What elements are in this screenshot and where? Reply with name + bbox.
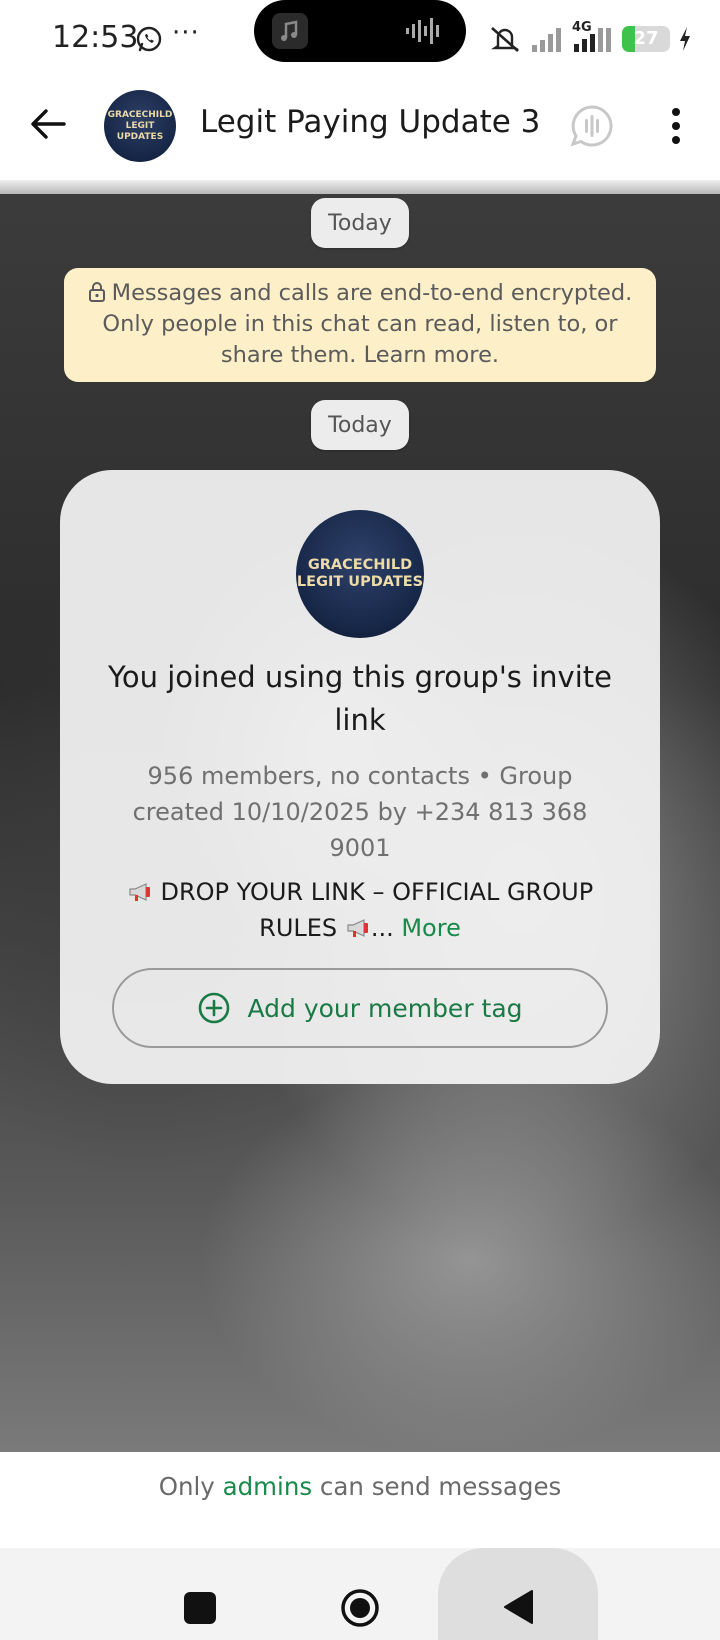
more-options-icon[interactable] xyxy=(660,104,692,148)
add-member-tag-button[interactable]: Add your member tag xyxy=(112,968,608,1048)
chat-background[interactable]: Today Messages and calls are end-to-end … xyxy=(0,180,720,1452)
admin-only-notice: Only admins can send messages xyxy=(0,1452,720,1548)
network-4g-signal: 4G xyxy=(572,20,614,54)
music-icon xyxy=(272,13,308,49)
encryption-notice[interactable]: Messages and calls are end-to-end encryp… xyxy=(64,268,656,382)
encryption-notice-text: Messages and calls are end-to-end encryp… xyxy=(102,280,633,368)
group-info-card: GRACECHILD LEGIT UPDATES You joined usin… xyxy=(60,470,660,1084)
megaphone-icon xyxy=(347,919,368,937)
admins-link[interactable]: admins xyxy=(223,1472,313,1501)
megaphone-icon xyxy=(129,883,150,901)
back-arrow-icon[interactable] xyxy=(26,102,70,146)
more-link[interactable]: More xyxy=(401,914,461,942)
nav-back-icon[interactable] xyxy=(502,1588,536,1626)
date-separator: Today xyxy=(311,198,409,248)
audio-wave-icon xyxy=(406,18,439,44)
description-ellipsis: ... xyxy=(370,914,394,942)
chat-header: GRACECHILD LEGIT UPDATES Legit Paying Up… xyxy=(0,80,720,180)
group-avatar[interactable]: GRACECHILD LEGIT UPDATES xyxy=(104,90,176,162)
home-icon[interactable] xyxy=(340,1588,380,1628)
battery-percent: 27 xyxy=(633,28,659,49)
admin-notice-suffix: can send messages xyxy=(312,1472,562,1501)
status-right-cluster: 4G 27 xyxy=(488,20,692,56)
recents-icon[interactable] xyxy=(184,1592,216,1624)
join-message: You joined using this group's invite lin… xyxy=(108,660,612,737)
date-separator: Today xyxy=(311,400,409,450)
system-nav-bar xyxy=(0,1548,720,1640)
group-description: DROP YOUR LINK – OFFICIAL GROUP RULES ..… xyxy=(120,874,600,946)
avatar-logo-text: GRACECHILD LEGIT UPDATES xyxy=(296,557,424,590)
add-member-tag-label: Add your member tag xyxy=(247,993,523,1023)
chat-title[interactable]: Legit Paying Update 3 xyxy=(200,104,540,140)
wallpaper-edge xyxy=(0,180,720,194)
voice-chat-icon[interactable] xyxy=(568,102,616,150)
status-overflow-dots: ··· xyxy=(172,18,200,48)
status-bar: 12:53 ··· 4G 27 xyxy=(0,0,720,80)
whatsapp-icon xyxy=(136,26,162,52)
charging-icon xyxy=(680,27,690,51)
group-card-avatar[interactable]: GRACECHILD LEGIT UPDATES xyxy=(296,510,424,638)
avatar-logo-text: GRACECHILD LEGIT UPDATES xyxy=(107,109,173,142)
mute-icon xyxy=(491,27,519,52)
status-clock: 12:53 xyxy=(52,20,139,55)
plus-circle-icon xyxy=(199,992,230,1024)
admin-notice-prefix: Only xyxy=(158,1472,223,1501)
signal-icon xyxy=(532,28,561,52)
lock-icon xyxy=(88,282,105,302)
battery-indicator: 27 xyxy=(622,26,670,52)
dynamic-island xyxy=(254,0,466,62)
group-meta: 956 members, no contacts • Group created… xyxy=(132,762,588,862)
